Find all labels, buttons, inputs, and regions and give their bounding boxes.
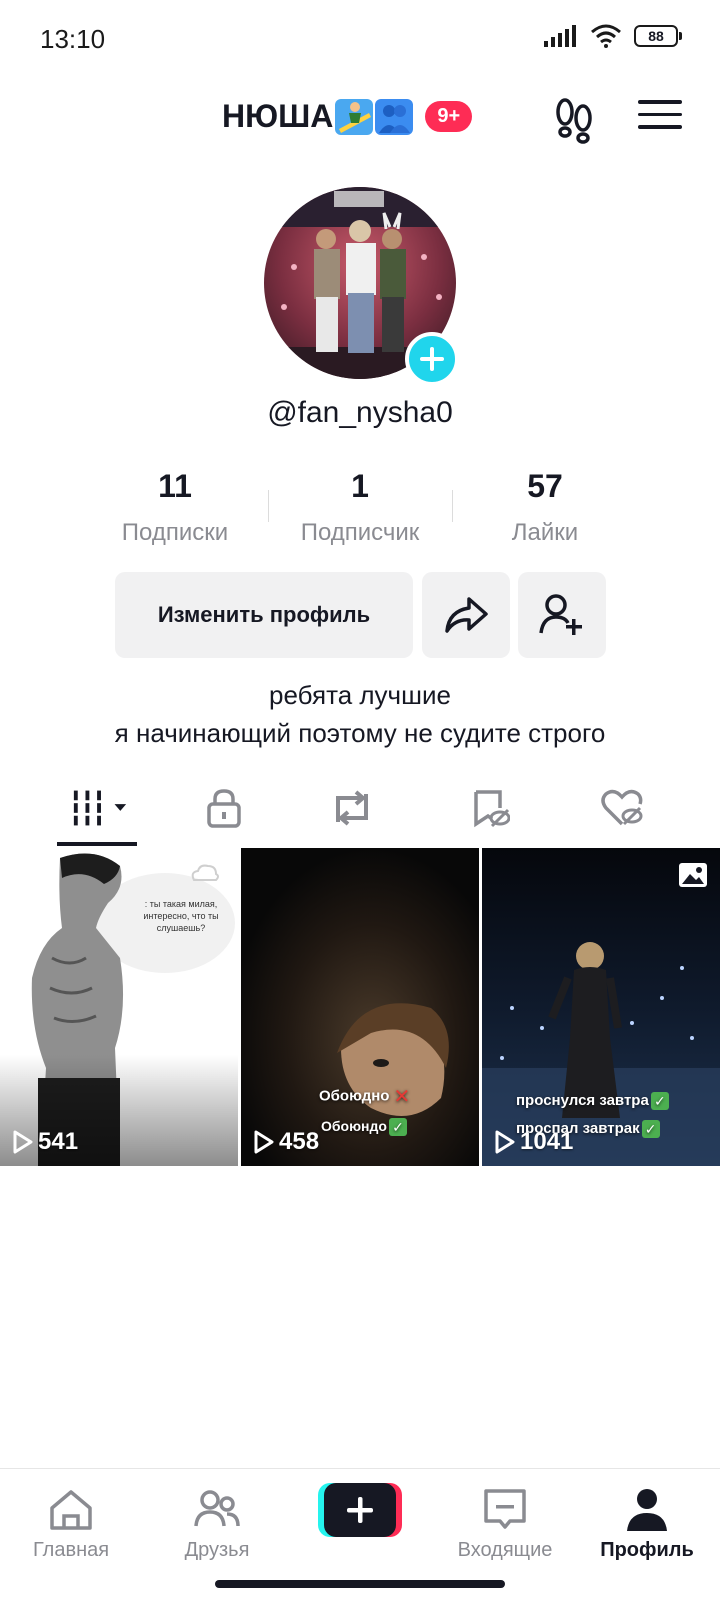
share-icon xyxy=(445,597,488,633)
caption-text: Обоюндо xyxy=(321,1118,387,1134)
edit-profile-button[interactable]: Изменить профиль xyxy=(115,572,413,658)
profile-views-button[interactable] xyxy=(552,96,596,144)
create-plus-icon xyxy=(324,1483,396,1537)
menu-icon-line xyxy=(638,125,682,129)
videos-grid-icon xyxy=(70,790,127,826)
status-bar: 13:10 88 xyxy=(0,0,720,78)
play-icon xyxy=(254,1130,274,1154)
stat-following[interactable]: 11 Подписки xyxy=(85,468,265,547)
caption-text: проснулся завтра xyxy=(516,1092,649,1109)
tab-reposts[interactable] xyxy=(322,786,382,830)
tab-videos[interactable] xyxy=(70,786,130,830)
photo-icon xyxy=(678,862,708,893)
stat-label: Подписчик xyxy=(300,519,420,546)
check-icon: ✓ xyxy=(388,1118,407,1137)
tab-liked[interactable] xyxy=(592,786,652,830)
liked-hidden-icon xyxy=(601,789,643,826)
play-icon xyxy=(13,1130,33,1154)
add-friends-button[interactable] xyxy=(518,572,606,658)
caption-text: Обоюдно xyxy=(319,1087,390,1105)
tab-private[interactable] xyxy=(194,786,254,830)
menu-button[interactable] xyxy=(638,100,682,140)
stat-label: Подписки xyxy=(121,519,229,546)
home-indicator xyxy=(215,1580,505,1588)
profile-name: НЮША xyxy=(222,98,334,134)
signal-icon xyxy=(544,25,576,47)
video-grid: : ты такая милая, интересно, что ты слуш… xyxy=(0,848,720,1166)
menu-icon-line xyxy=(638,100,682,104)
stat-value: 57 xyxy=(527,468,563,504)
video-caption-line: Обоюдно ✕ xyxy=(319,1084,410,1109)
footprints-icon xyxy=(556,98,592,144)
view-count-value: 458 xyxy=(279,1128,320,1155)
check-icon: ✓ xyxy=(650,1092,669,1111)
notification-badge: 9+ xyxy=(425,101,473,132)
surfer-emoji-icon xyxy=(335,98,374,135)
profile-stats: 11 Подписки 1 Подписчик 57 Лайки xyxy=(0,468,720,548)
active-tab-indicator xyxy=(57,842,137,846)
share-profile-button[interactable] xyxy=(422,572,510,658)
stat-followers[interactable]: 1 Подписчик xyxy=(270,468,450,547)
friends-icon xyxy=(194,1490,240,1527)
people-emoji-icon xyxy=(375,98,414,135)
bio-line: я начинающий поэтому не судите строго xyxy=(114,718,606,748)
repost-icon xyxy=(336,790,368,826)
status-icons: 88 xyxy=(544,24,682,48)
stat-divider xyxy=(452,490,453,522)
check-icon: ✓ xyxy=(641,1120,660,1139)
view-count: 541 xyxy=(12,1128,78,1156)
profile-bio: ребята лучшие я начинающий поэтому не су… xyxy=(0,676,720,752)
lock-icon xyxy=(207,789,241,828)
menu-icon-line xyxy=(638,112,682,116)
stat-value: 11 xyxy=(158,468,192,504)
battery-icon: 88 xyxy=(634,25,682,47)
video-tile[interactable]: Обоюдно ✕ Обоюндо ✓ 458 xyxy=(241,848,479,1166)
video-caption-line: Обоюндо ✓ xyxy=(321,1118,407,1137)
nav-inbox[interactable]: Входящие xyxy=(440,1483,570,1562)
inbox-icon xyxy=(484,1489,526,1529)
content-tabs xyxy=(0,772,720,848)
view-count: 1041 xyxy=(494,1128,573,1156)
cloud-icon xyxy=(190,862,220,882)
view-count-value: 1041 xyxy=(520,1128,574,1155)
add-avatar-button[interactable] xyxy=(405,332,459,386)
stat-likes[interactable]: 57 Лайки xyxy=(455,468,635,547)
view-count-value: 541 xyxy=(38,1128,79,1155)
video-caption: : ты такая милая, интересно, что ты слуш… xyxy=(143,899,219,933)
nav-home[interactable]: Главная xyxy=(6,1483,136,1562)
video-tile[interactable]: проснулся завтра ✓ проспал завтрак ✓ 1041 xyxy=(482,848,720,1166)
bookmark-hidden-icon xyxy=(474,790,510,828)
wifi-icon xyxy=(591,24,621,48)
stat-divider xyxy=(268,490,269,522)
profile-icon xyxy=(627,1489,667,1531)
plus-icon xyxy=(420,347,444,371)
tab-favorites[interactable] xyxy=(460,786,520,830)
play-icon xyxy=(495,1130,515,1154)
battery-level: 88 xyxy=(648,28,664,44)
home-icon xyxy=(50,1490,92,1530)
profile-name-switcher[interactable]: НЮША 9+ xyxy=(222,98,473,135)
nav-label: Профиль xyxy=(600,1539,694,1561)
stat-label: Лайки xyxy=(511,519,579,546)
stat-value: 1 xyxy=(351,468,369,504)
nav-friends[interactable]: Друзья xyxy=(152,1483,282,1562)
video-caption-line: проснулся завтра ✓ xyxy=(516,1092,669,1111)
create-button[interactable] xyxy=(318,1483,402,1537)
username: @fan_nysha0 xyxy=(267,396,453,429)
add-user-icon xyxy=(539,594,582,635)
cross-icon: ✕ xyxy=(393,1086,411,1108)
view-count: 458 xyxy=(253,1128,319,1156)
profile-header: НЮША 9+ xyxy=(0,90,720,150)
status-time: 13:10 xyxy=(40,24,106,54)
nav-label: Входящие xyxy=(457,1539,553,1561)
bio-line: ребята лучшие xyxy=(269,680,451,710)
nav-label: Главная xyxy=(32,1539,110,1561)
nav-profile[interactable]: Профиль xyxy=(582,1483,712,1562)
video-tile[interactable]: : ты такая милая, интересно, что ты слуш… xyxy=(0,848,238,1166)
nav-label: Друзья xyxy=(184,1539,250,1561)
